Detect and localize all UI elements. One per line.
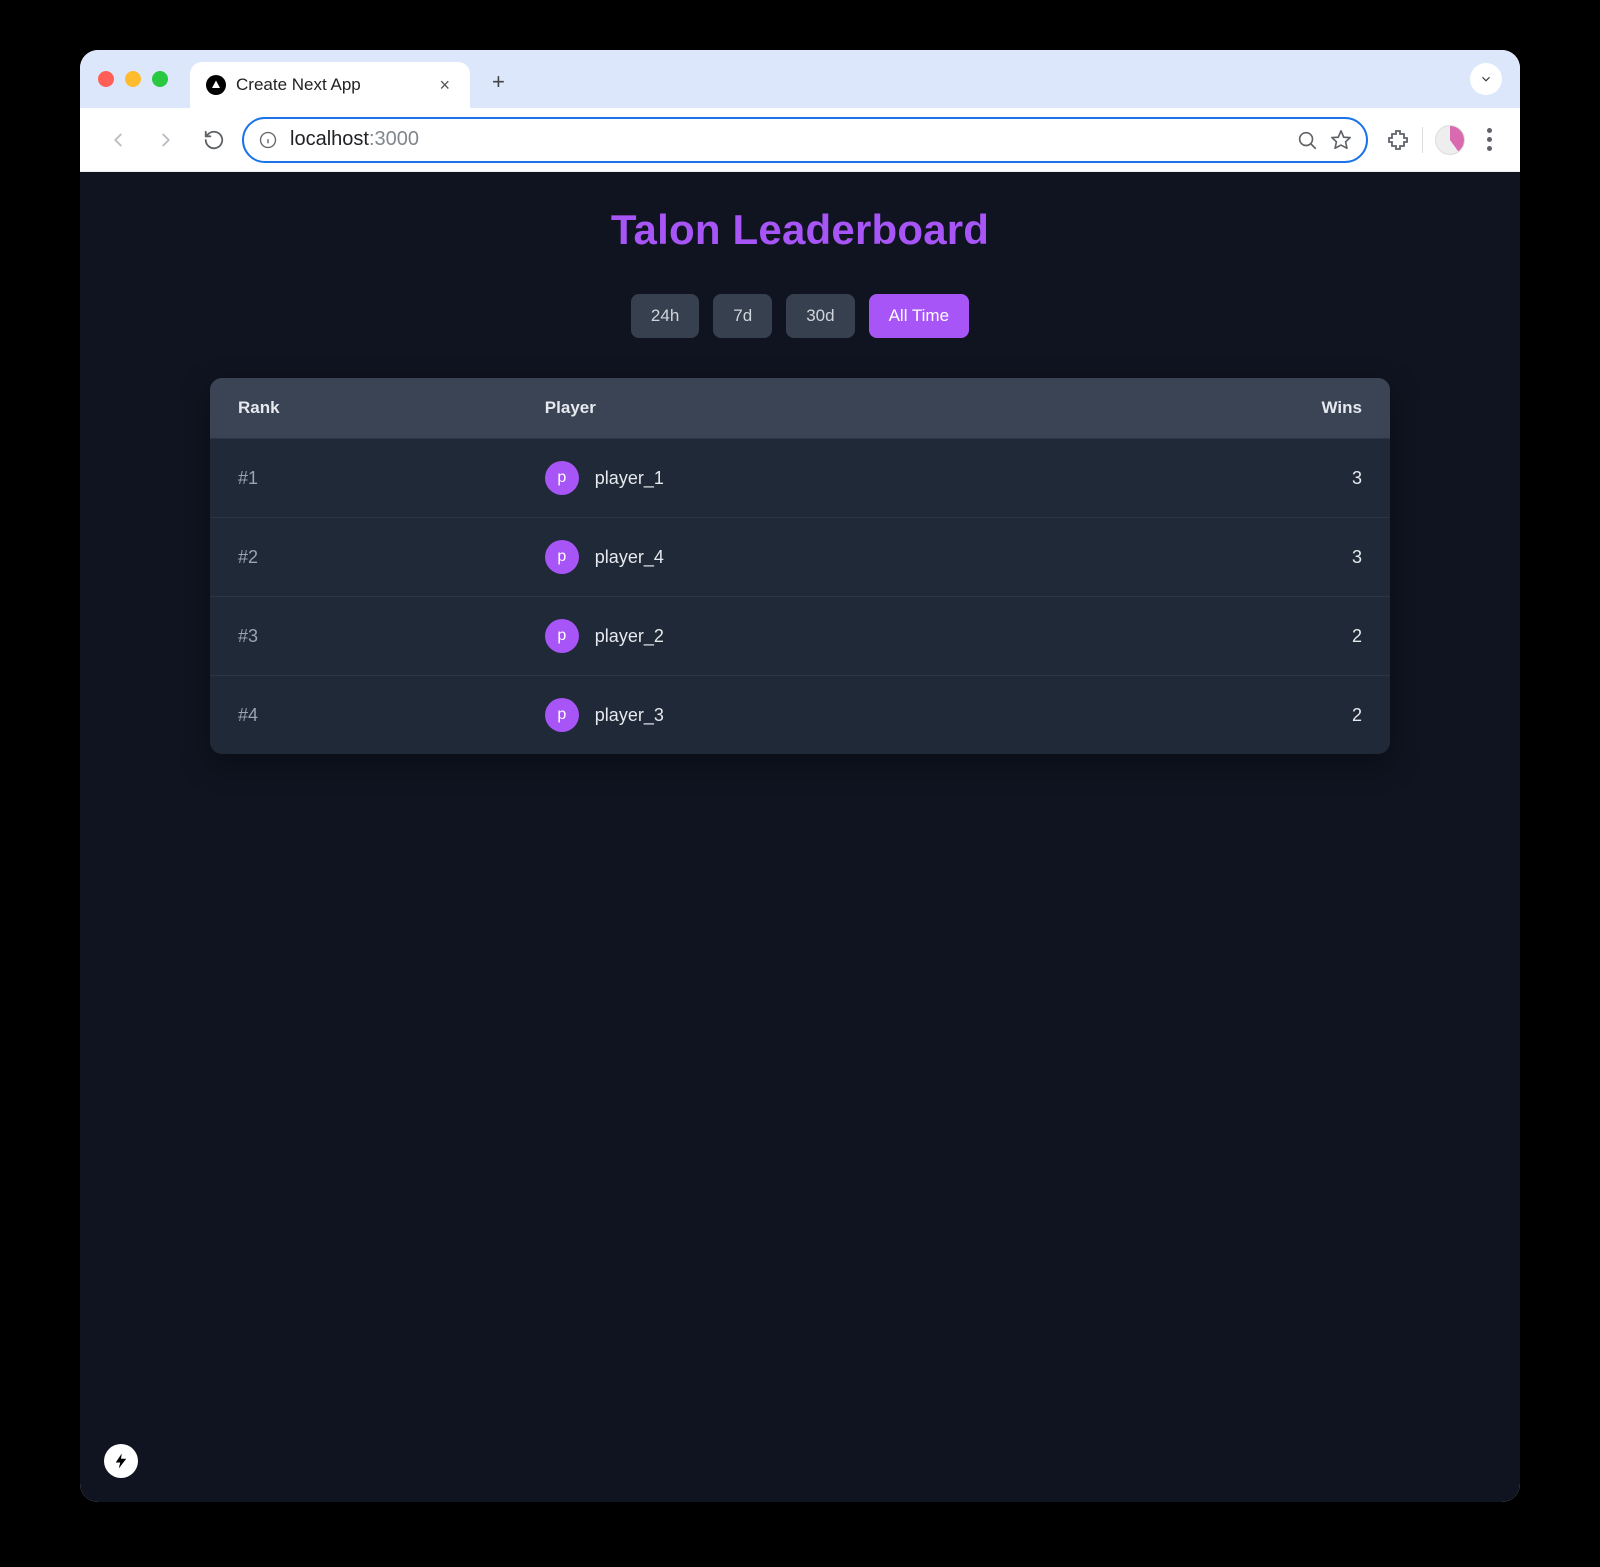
time-filter-group: 24h 7d 30d All Time xyxy=(210,294,1390,338)
window-maximize-button[interactable] xyxy=(152,71,168,87)
browser-menu-button[interactable] xyxy=(1477,122,1502,157)
col-rank: Rank xyxy=(210,378,517,439)
player-name: player_3 xyxy=(595,705,664,726)
table-header-row: Rank Player Wins xyxy=(210,378,1390,439)
wins-cell: 3 xyxy=(1225,439,1390,518)
wins-cell: 2 xyxy=(1225,676,1390,755)
rank-cell: #3 xyxy=(210,597,517,676)
reload-button[interactable] xyxy=(194,120,234,160)
browser-tab[interactable]: Create Next App × xyxy=(190,62,470,108)
wins-cell: 3 xyxy=(1225,518,1390,597)
table-row: #1 p player_1 3 xyxy=(210,439,1390,518)
forward-button[interactable] xyxy=(146,120,186,160)
wins-cell: 2 xyxy=(1225,597,1390,676)
favicon-icon xyxy=(206,75,226,95)
site-info-icon[interactable] xyxy=(258,130,278,150)
filter-7d[interactable]: 7d xyxy=(713,294,772,338)
page: Talon Leaderboard 24h 7d 30d All Time Ra… xyxy=(210,206,1390,754)
url-text: localhost:3000 xyxy=(290,128,419,151)
toolbar-divider xyxy=(1422,127,1423,153)
col-player: Player xyxy=(517,378,1225,439)
table-row: #3 p player_2 2 xyxy=(210,597,1390,676)
table-row: #4 p player_3 2 xyxy=(210,676,1390,755)
browser-toolbar: localhost:3000 xyxy=(80,108,1520,172)
player-avatar: p xyxy=(545,698,579,732)
back-button[interactable] xyxy=(98,120,138,160)
search-icon[interactable] xyxy=(1296,129,1318,151)
window-minimize-button[interactable] xyxy=(125,71,141,87)
tab-title: Create Next App xyxy=(236,75,425,95)
lightning-icon xyxy=(112,1452,130,1470)
player-avatar: p xyxy=(545,461,579,495)
table-body: #1 p player_1 3 #2 xyxy=(210,439,1390,755)
filter-all-time[interactable]: All Time xyxy=(869,294,969,338)
player-cell: p player_4 xyxy=(517,518,1225,597)
url-host: localhost xyxy=(290,128,369,150)
tab-close-button[interactable]: × xyxy=(435,75,454,96)
url-rest: :3000 xyxy=(369,128,419,150)
page-title: Talon Leaderboard xyxy=(210,206,1390,254)
table-row: #2 p player_4 3 xyxy=(210,518,1390,597)
col-wins: Wins xyxy=(1225,378,1390,439)
toolbar-right xyxy=(1376,122,1502,157)
browser-window: Create Next App × + localhost:3000 xyxy=(80,50,1520,1502)
window-controls xyxy=(98,71,168,87)
leaderboard-card: Rank Player Wins #1 p player_1 xyxy=(210,378,1390,754)
tab-strip: Create Next App × + xyxy=(80,50,1520,108)
filter-24h[interactable]: 24h xyxy=(631,294,699,338)
window-close-button[interactable] xyxy=(98,71,114,87)
player-name: player_1 xyxy=(595,468,664,489)
leaderboard-table: Rank Player Wins #1 p player_1 xyxy=(210,378,1390,754)
rank-cell: #4 xyxy=(210,676,517,755)
player-avatar: p xyxy=(545,619,579,653)
tabs-dropdown-button[interactable] xyxy=(1470,63,1502,95)
filter-30d[interactable]: 30d xyxy=(786,294,854,338)
dev-tools-badge[interactable] xyxy=(104,1444,138,1478)
player-cell: p player_1 xyxy=(517,439,1225,518)
rank-cell: #2 xyxy=(210,518,517,597)
player-name: player_2 xyxy=(595,626,664,647)
rank-cell: #1 xyxy=(210,439,517,518)
profile-avatar[interactable] xyxy=(1435,125,1465,155)
app-viewport: Talon Leaderboard 24h 7d 30d All Time Ra… xyxy=(80,172,1520,1502)
address-bar[interactable]: localhost:3000 xyxy=(242,117,1368,163)
player-avatar: p xyxy=(545,540,579,574)
bookmark-star-icon[interactable] xyxy=(1330,129,1352,151)
player-name: player_4 xyxy=(595,547,664,568)
player-cell: p player_2 xyxy=(517,597,1225,676)
new-tab-button[interactable]: + xyxy=(482,63,515,101)
extensions-icon[interactable] xyxy=(1386,128,1410,152)
player-cell: p player_3 xyxy=(517,676,1225,755)
